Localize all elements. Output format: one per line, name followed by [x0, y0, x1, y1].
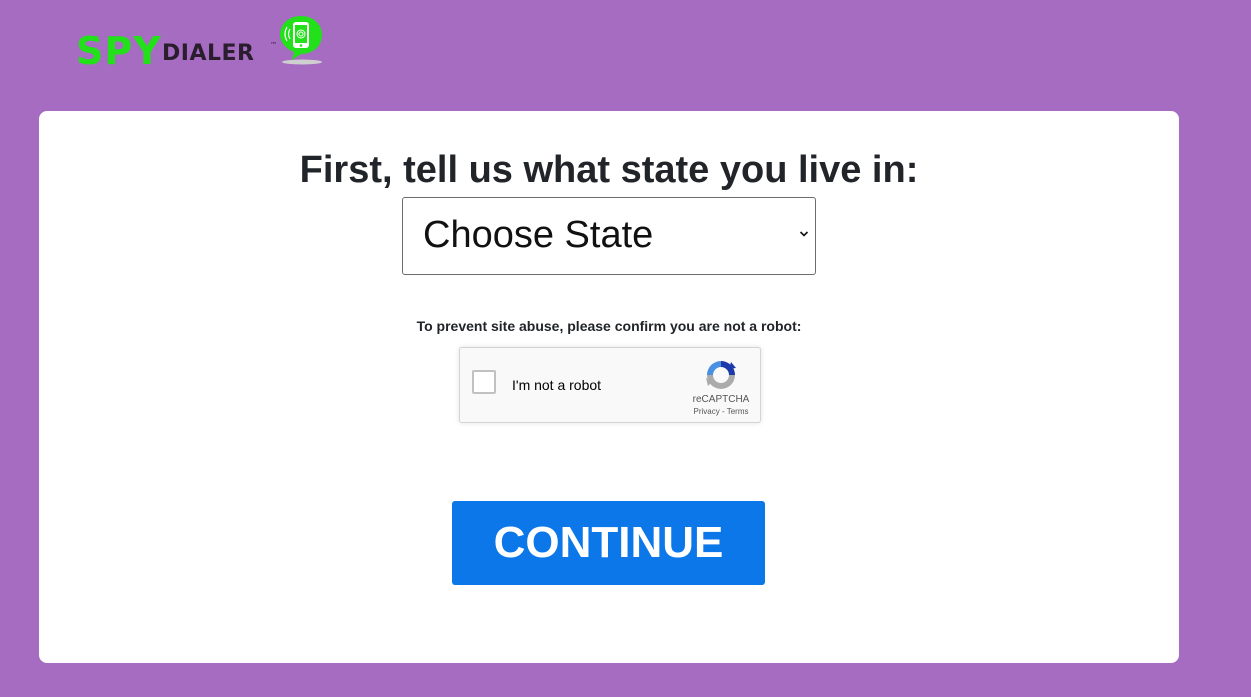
- spy-dialer-logo[interactable]: SPY DIALER ™: [76, 14, 336, 74]
- recaptcha-privacy-terms-links[interactable]: Privacy - Terms: [682, 407, 760, 416]
- recaptcha-brand: reCAPTCHA: [692, 394, 750, 405]
- state-select[interactable]: Choose State: [402, 197, 816, 275]
- logo-dialer-text: DIALER: [162, 41, 255, 66]
- robot-prompt: To prevent site abuse, please confirm yo…: [416, 318, 802, 334]
- state-form-card: First, tell us what state you live in: C…: [39, 111, 1179, 663]
- continue-button[interactable]: CONTINUE: [452, 501, 765, 585]
- state-select-value: Choose State: [423, 214, 654, 256]
- recaptcha-checkbox[interactable]: [472, 370, 496, 394]
- phone-speech-bubble-icon: [280, 16, 322, 65]
- chevron-down-icon: [799, 231, 809, 237]
- page-title: First, tell us what state you live in:: [299, 149, 919, 191]
- logo-trademark: ™: [270, 41, 277, 49]
- recaptcha-label: I'm not a robot: [512, 377, 602, 393]
- page: SPY DIALER ™ First, tell us what state y…: [0, 0, 1251, 697]
- logo-spy-text: SPY: [76, 29, 162, 73]
- recaptcha-widget: I'm not a robot reCAPTCHA Privacy - Term…: [459, 347, 761, 423]
- recaptcha-logo-icon: [706, 361, 736, 389]
